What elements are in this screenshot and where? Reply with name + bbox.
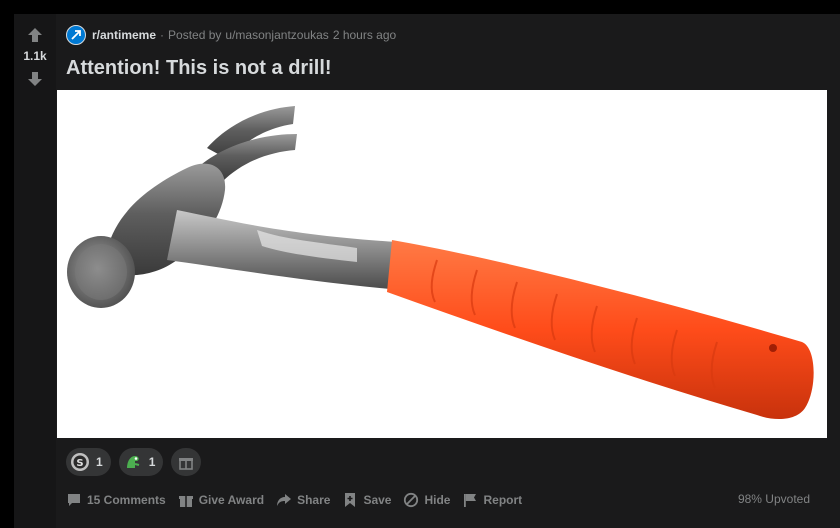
subreddit-link[interactable]: r/antimeme xyxy=(92,28,156,42)
report-label: Report xyxy=(483,493,523,507)
silver-award-count: 1 xyxy=(96,455,103,469)
gift-icon xyxy=(176,452,196,472)
meta-separator: · xyxy=(160,28,165,42)
save-label: Save xyxy=(363,493,392,507)
hide-label: Hide xyxy=(424,493,451,507)
share-label: Share xyxy=(297,493,331,507)
give-award-button[interactable]: Give Award xyxy=(178,492,264,508)
comments-label: 15 Comments xyxy=(87,493,166,507)
author-link[interactable]: u/masonjantzoukas xyxy=(225,28,328,42)
hammer-image xyxy=(67,106,814,420)
dinosaur-award-icon xyxy=(123,452,143,472)
posted-by-label: Posted by xyxy=(168,28,222,42)
silver-award-icon: S xyxy=(70,452,90,472)
upvote-ratio: 98% Upvoted xyxy=(737,492,810,506)
post-actions: 15 Comments Give Award Share Save Hide R… xyxy=(66,488,534,512)
gift-icon xyxy=(178,492,194,508)
share-icon xyxy=(276,492,292,508)
bookmark-icon xyxy=(342,492,358,508)
comments-button[interactable]: 15 Comments xyxy=(66,492,166,508)
vote-column: 1.1k xyxy=(14,14,56,528)
post-meta: r/antimeme · Posted by u/masonjantzoukas… xyxy=(66,24,396,46)
add-award-button[interactable] xyxy=(171,448,202,476)
svg-text:S: S xyxy=(76,458,83,469)
give-award-label: Give Award xyxy=(198,493,265,507)
upvote-arrow-icon[interactable] xyxy=(26,26,44,44)
subreddit-icon[interactable] xyxy=(66,25,86,45)
hide-button[interactable]: Hide xyxy=(403,492,450,508)
hide-icon xyxy=(403,492,419,508)
post-time[interactable]: 2 hours ago xyxy=(333,28,396,42)
post-title[interactable]: Attention! This is not a drill! xyxy=(66,57,332,80)
flag-icon xyxy=(462,492,478,508)
save-button[interactable]: Save xyxy=(342,492,391,508)
dinosaur-award-count: 1 xyxy=(148,455,156,469)
dinosaur-award[interactable]: 1 xyxy=(118,448,164,476)
post-card: 1.1k r/antimeme · Posted by u/masonjantz… xyxy=(14,14,840,528)
vote-score: 1.1k xyxy=(23,49,47,63)
downvote-arrow-icon[interactable] xyxy=(26,70,44,88)
comment-icon xyxy=(66,492,82,508)
report-button[interactable]: Report xyxy=(462,492,522,508)
share-button[interactable]: Share xyxy=(276,492,330,508)
awards-row: S 1 1 xyxy=(66,448,202,476)
post-image[interactable] xyxy=(57,90,827,438)
silver-award[interactable]: S 1 xyxy=(66,448,111,476)
